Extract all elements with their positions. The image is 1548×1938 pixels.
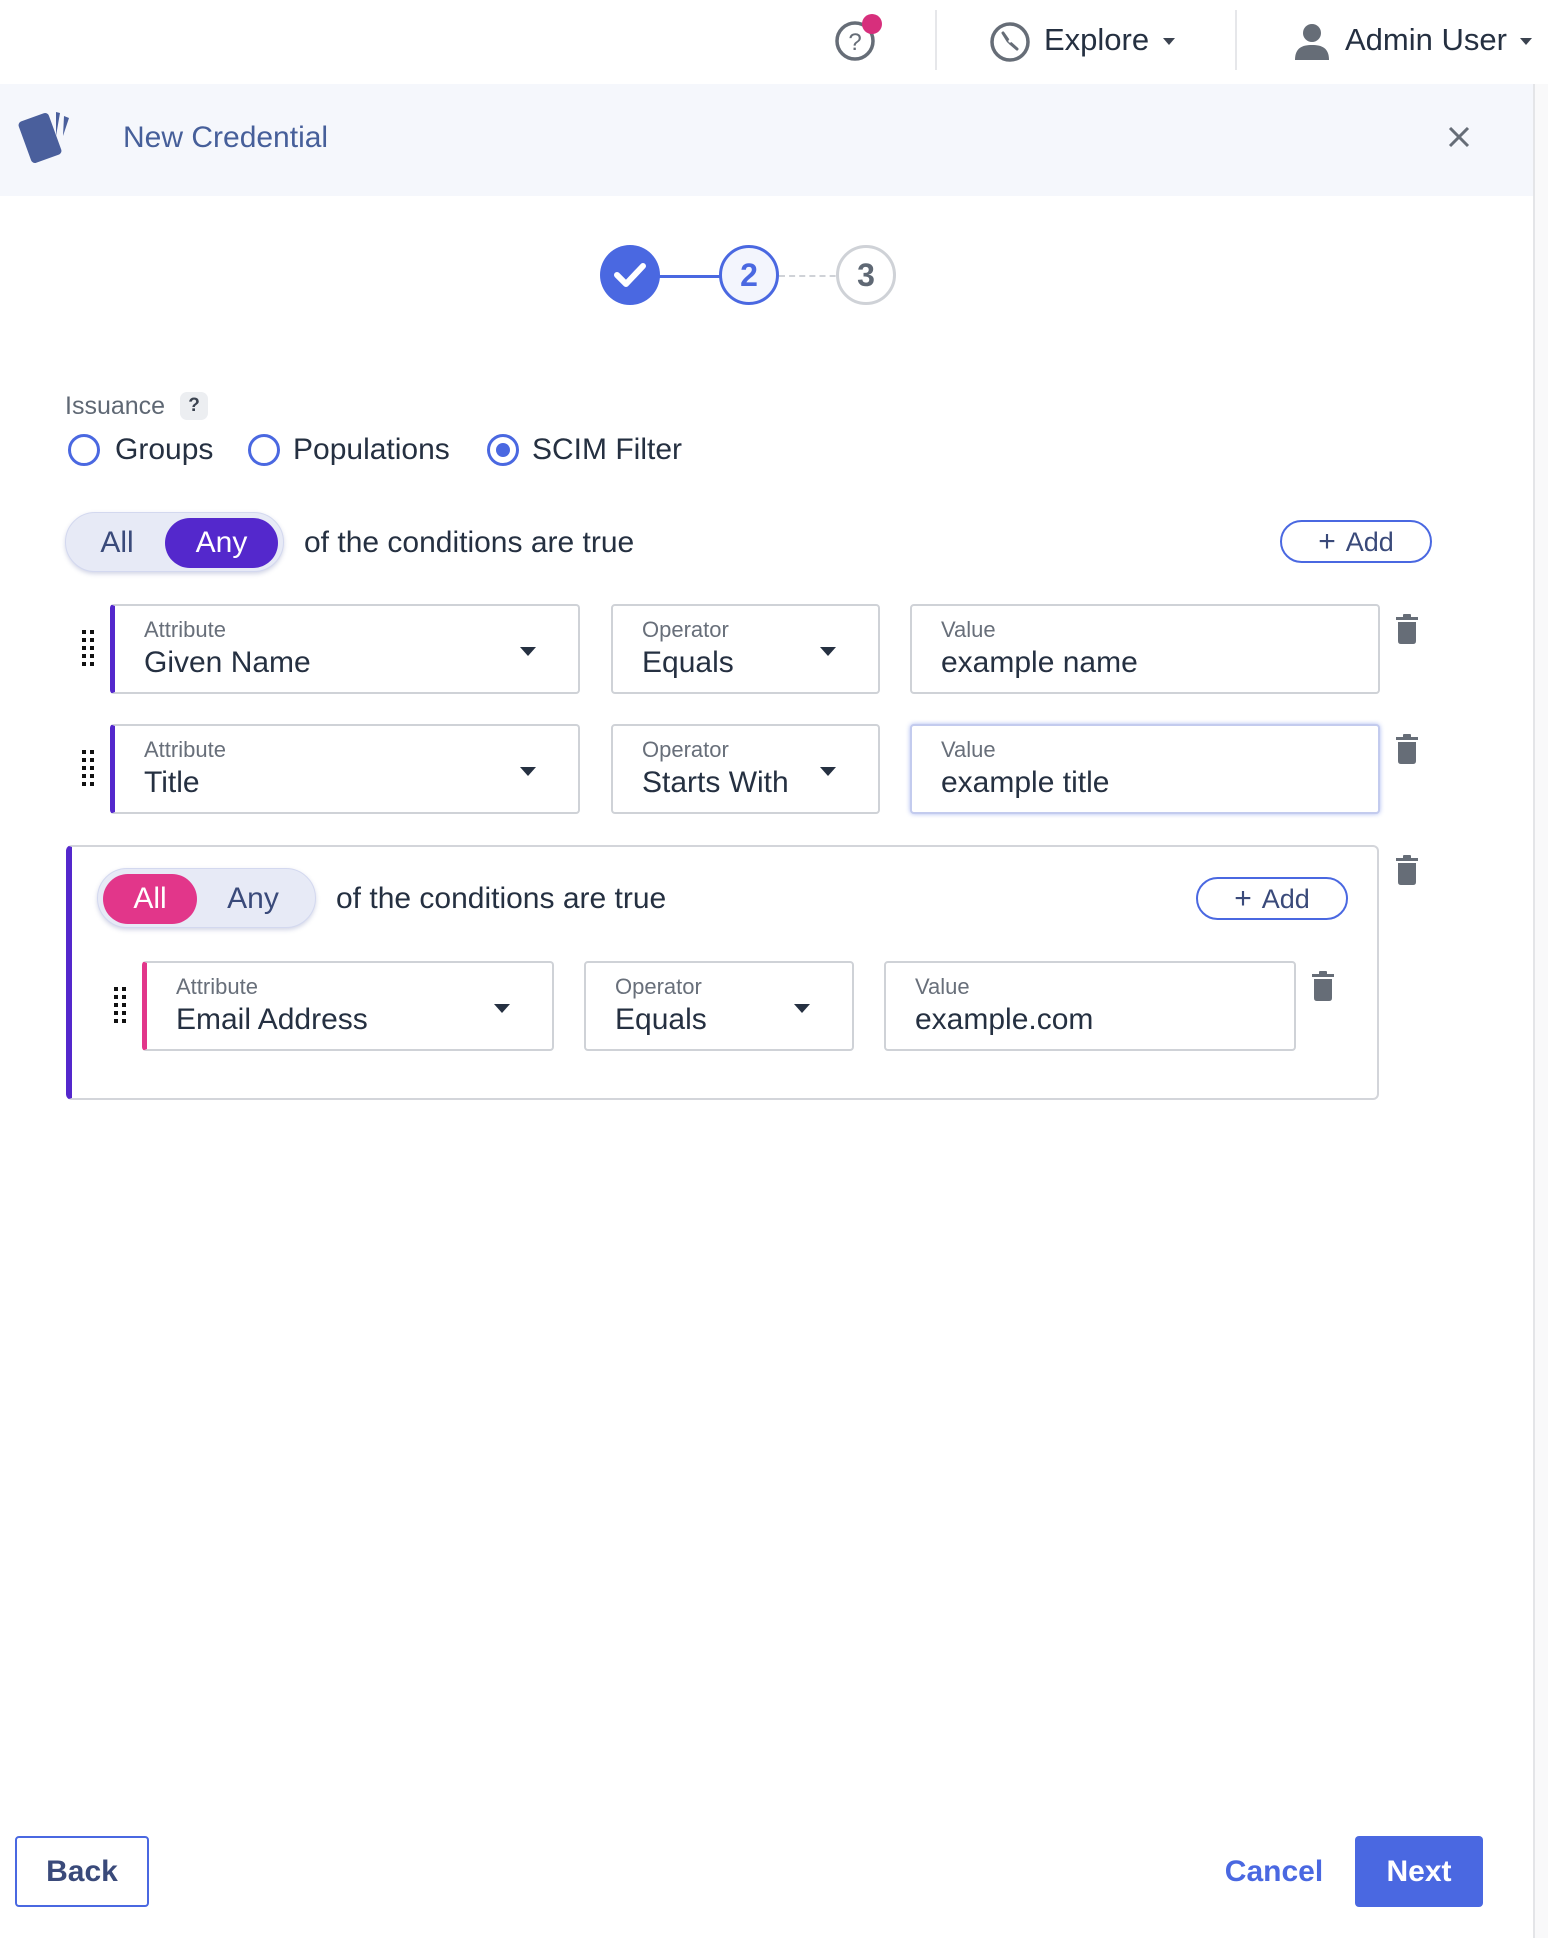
page-title: New Credential [123, 121, 329, 154]
chevron-down-icon [520, 767, 536, 776]
chevron-down-icon [794, 1004, 810, 1013]
close-button[interactable] [1444, 122, 1474, 152]
chevron-down-icon [820, 767, 836, 776]
add-condition-button[interactable]: + Add [1280, 520, 1432, 563]
value-label: Value [915, 974, 970, 999]
attribute-select[interactable]: Attribute Given Name [110, 604, 580, 694]
operator-select[interactable]: Operator Equals [611, 604, 880, 694]
condition-text: of the conditions are true [304, 526, 635, 559]
attribute-value: Given Name [144, 646, 311, 679]
step-3-upcoming: 3 [836, 245, 896, 305]
all-any-toggle: All Any [65, 512, 284, 572]
condition-text: of the conditions are true [336, 882, 667, 915]
credential-cards-icon [18, 112, 69, 164]
divider [935, 10, 937, 70]
explore-label: Explore [1044, 22, 1150, 57]
issuance-help-icon[interactable]: ? [180, 392, 208, 420]
next-button[interactable]: Next [1355, 1836, 1483, 1907]
value-input[interactable]: Value example title [910, 724, 1380, 814]
value-label: Value [941, 617, 996, 642]
toggle-any[interactable]: Any [165, 518, 278, 568]
operator-select[interactable]: Operator Starts With [611, 724, 880, 814]
radio-scim-filter[interactable] [487, 434, 519, 466]
chevron-down-icon [1163, 38, 1175, 45]
attribute-select[interactable]: Attribute Title [110, 724, 580, 814]
user-name: Admin User [1345, 22, 1507, 57]
drag-handle-icon[interactable] [82, 630, 96, 670]
value-input[interactable]: Value example name [910, 604, 1380, 694]
svg-text:?: ? [848, 29, 861, 56]
radio-scim-filter-label[interactable]: SCIM Filter [532, 432, 682, 468]
step-2-current: 2 [719, 245, 779, 305]
chevron-down-icon [820, 647, 836, 656]
radio-populations-label[interactable]: Populations [293, 432, 450, 468]
radio-groups[interactable] [68, 434, 100, 466]
attribute-label: Attribute [144, 737, 226, 762]
back-button[interactable]: Back [15, 1836, 149, 1907]
value-label: Value [941, 737, 996, 762]
operator-label: Operator [642, 737, 729, 762]
operator-label: Operator [615, 974, 702, 999]
divider [1235, 10, 1237, 70]
close-icon [1448, 126, 1470, 148]
modal-header: New Credential [0, 84, 1533, 196]
attribute-value: Email Address [176, 1003, 368, 1036]
issuance-label: Issuance [65, 392, 166, 420]
user-icon [1295, 24, 1329, 60]
chevron-down-icon [520, 647, 536, 656]
attribute-value: Title [144, 766, 200, 799]
operator-value: Starts With [642, 766, 789, 799]
explore-menu[interactable]: Explore [988, 16, 1188, 66]
toggle-all[interactable]: All [74, 518, 160, 568]
group-all-any-toggle: All Any [97, 868, 316, 928]
operator-label: Operator [642, 617, 729, 642]
add-condition-button[interactable]: + Add [1196, 877, 1348, 920]
trash-icon[interactable] [1396, 734, 1418, 764]
operator-select[interactable]: Operator Equals [584, 961, 854, 1051]
operator-value: Equals [615, 1003, 707, 1036]
trash-icon[interactable] [1396, 614, 1418, 644]
trash-icon[interactable] [1396, 855, 1418, 885]
toggle-all[interactable]: All [103, 874, 197, 924]
step-1-complete [600, 245, 660, 305]
trash-icon[interactable] [1312, 971, 1334, 1001]
drag-handle-icon[interactable] [114, 987, 128, 1027]
radio-populations[interactable] [248, 434, 280, 466]
chevron-down-icon [1520, 38, 1532, 45]
check-icon [614, 263, 646, 287]
attribute-label: Attribute [144, 617, 226, 642]
radio-groups-label[interactable]: Groups [115, 432, 213, 468]
chevron-down-icon [494, 1004, 510, 1013]
add-label: Add [1261, 884, 1310, 914]
cancel-button[interactable]: Cancel [1214, 1852, 1334, 1892]
value-text: example name [941, 646, 1138, 679]
attribute-label: Attribute [176, 974, 258, 999]
scrollbar-gutter [1533, 84, 1548, 1938]
drag-handle-icon[interactable] [82, 750, 96, 790]
operator-value: Equals [642, 646, 734, 679]
compass-icon [990, 22, 1030, 62]
toggle-any[interactable]: Any [203, 874, 303, 924]
top-bar: ? Explore Admin User [0, 0, 1548, 84]
value-text: example.com [915, 1003, 1094, 1036]
value-input[interactable]: Value example.com [884, 961, 1296, 1051]
attribute-select[interactable]: Attribute Email Address [142, 961, 554, 1051]
help-button[interactable]: ? [833, 14, 882, 62]
plus-icon: + [1318, 525, 1336, 558]
notification-dot [862, 14, 882, 34]
value-text: example title [941, 766, 1110, 799]
add-label: Add [1345, 527, 1394, 557]
plus-icon: + [1234, 882, 1252, 915]
user-menu[interactable]: Admin User [1290, 16, 1540, 66]
